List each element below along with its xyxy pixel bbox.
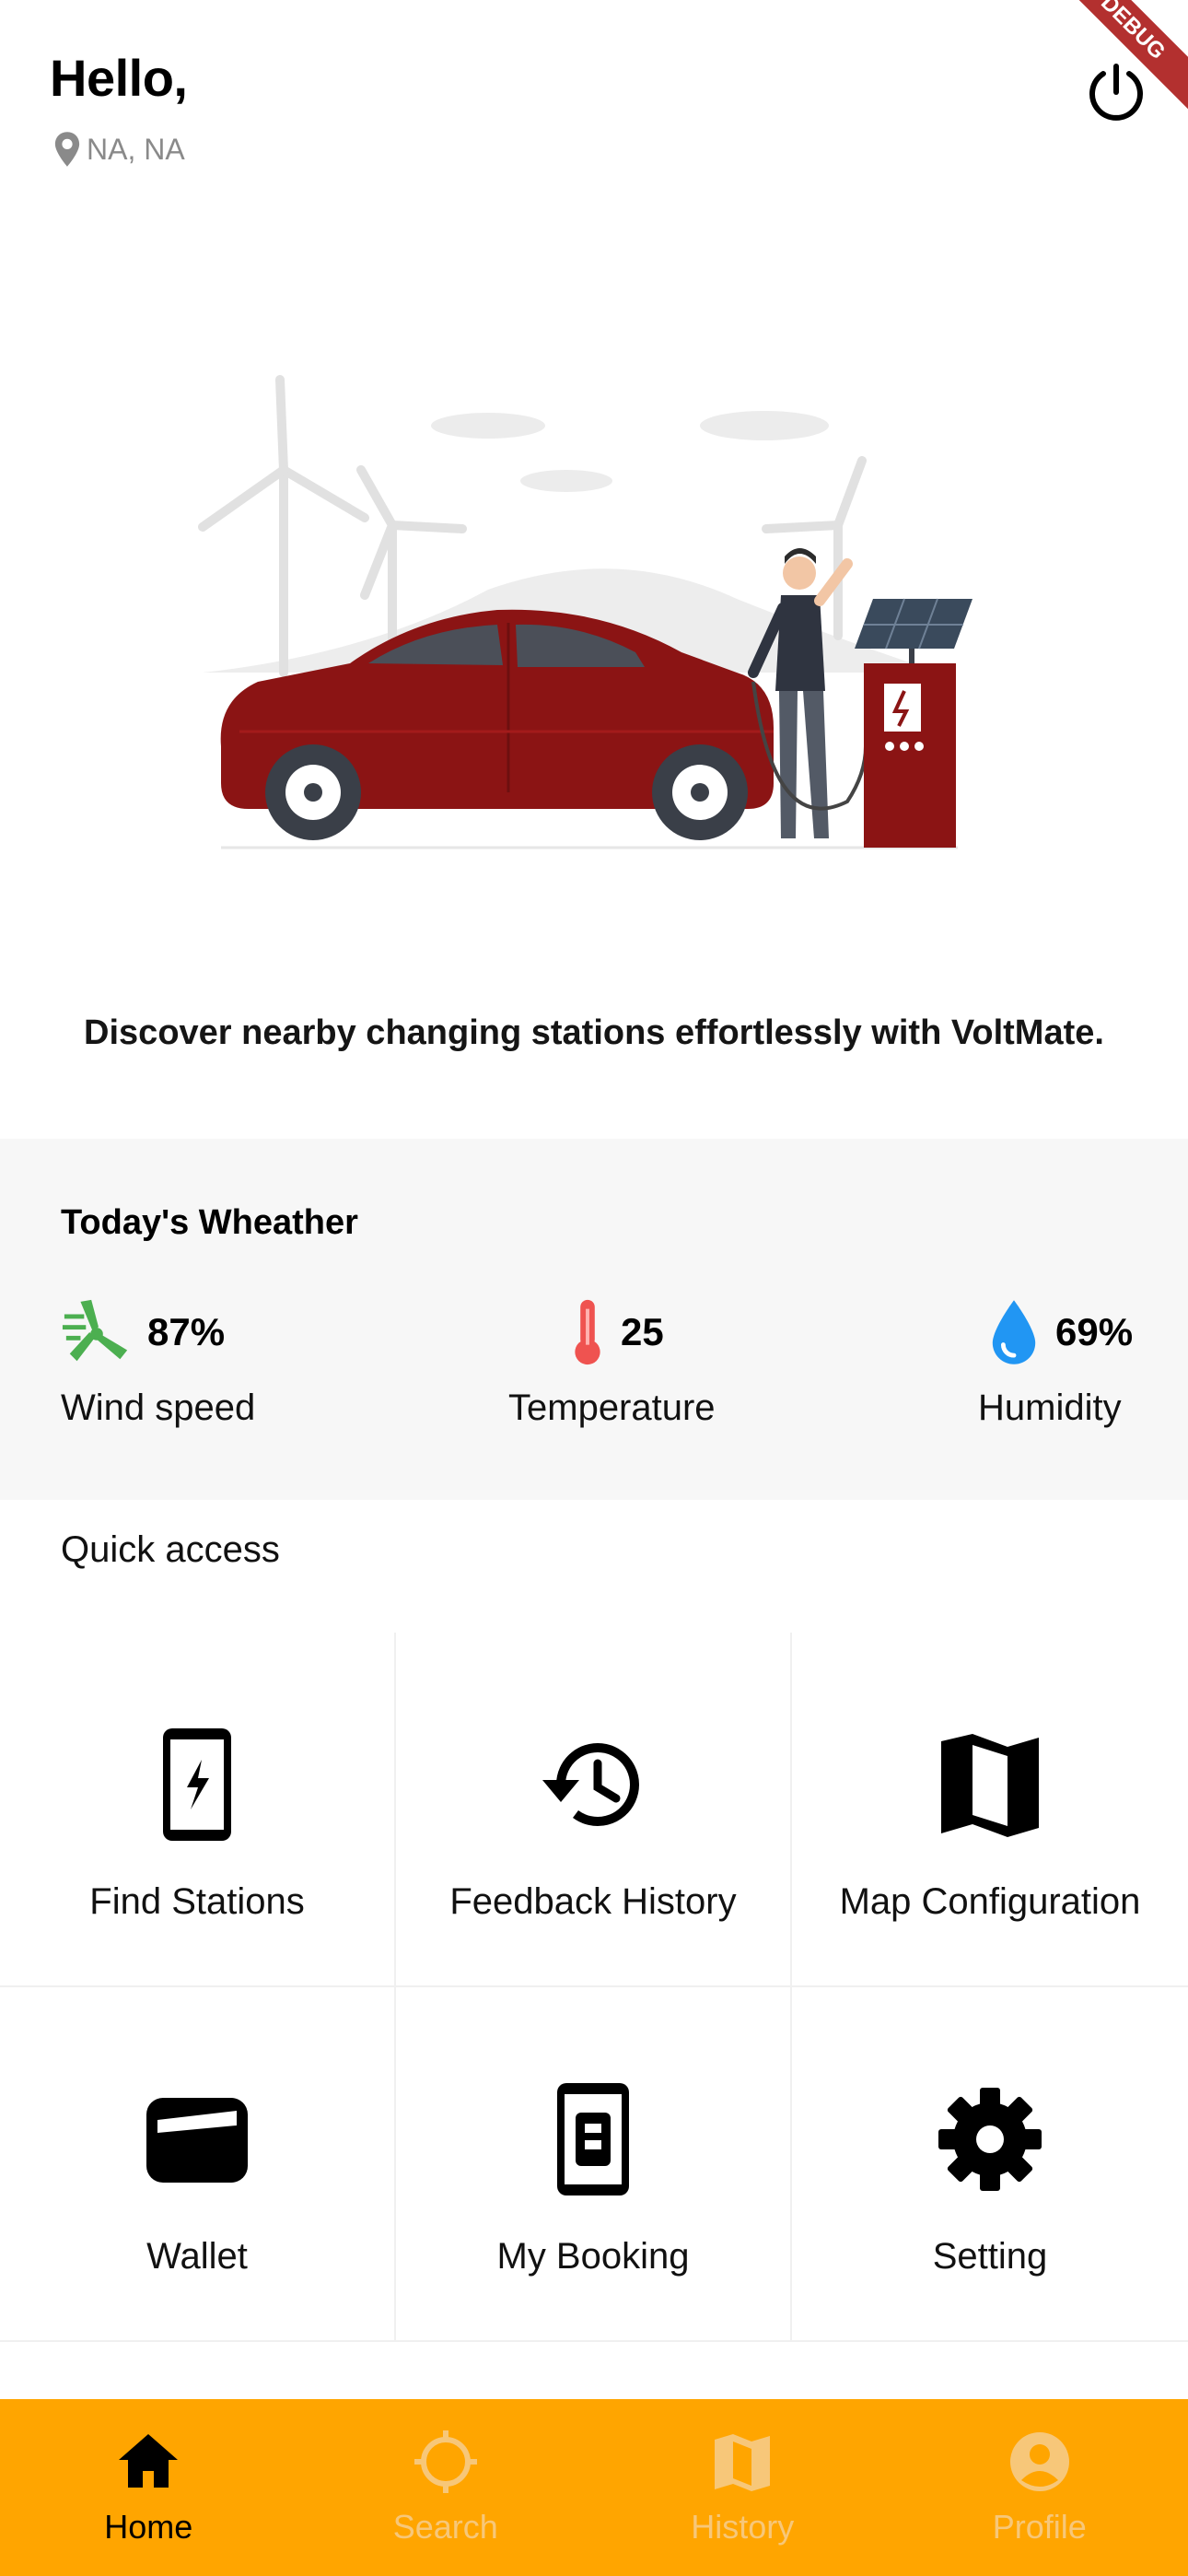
feedback-history-label: Feedback History — [449, 1881, 737, 1922]
ev-charging-illustration — [198, 375, 973, 849]
bottom-navigation: Home Search History Profile — [0, 2399, 1188, 2576]
nav-profile[interactable]: Profile — [891, 2399, 1188, 2576]
find-stations-label: Find Stations — [89, 1881, 305, 1922]
nav-history-label: History — [691, 2508, 795, 2546]
booking-phone-icon — [557, 2083, 629, 2195]
greeting-text: Hello, — [50, 49, 188, 107]
setting-tile[interactable]: Setting — [792, 1987, 1188, 2342]
map-icon — [715, 2434, 771, 2491]
my-booking-tile[interactable]: My Booking — [396, 1987, 792, 2342]
weather-temperature: 25 Temperature — [508, 1295, 716, 1480]
humidity-label: Humidity — [978, 1388, 1122, 1428]
wind-turbine-icon — [62, 1299, 128, 1362]
weather-wind: 87% Wind speed — [61, 1295, 255, 1480]
home-icon — [119, 2434, 179, 2488]
wallet-tile[interactable]: Wallet — [0, 1987, 396, 2342]
setting-label: Setting — [932, 2236, 1048, 2277]
logout-button[interactable] — [1083, 61, 1149, 127]
find-stations-tile[interactable]: Find Stations — [0, 1633, 396, 1987]
charging-phone-icon — [163, 1728, 231, 1841]
thermometer-icon — [575, 1299, 600, 1365]
location: NA, NA — [53, 129, 185, 170]
account-circle-icon — [1009, 2432, 1069, 2491]
power-icon — [1089, 64, 1143, 121]
temperature-value: 25 — [621, 1310, 664, 1353]
wind-speed-value: 87% — [147, 1310, 226, 1353]
wallet-icon — [146, 2098, 248, 2183]
wallet-label: Wallet — [146, 2236, 248, 2277]
nav-home[interactable]: Home — [0, 2399, 297, 2576]
weather-title: Today's Wheather — [61, 1203, 358, 1242]
quick-access-title: Quick access — [61, 1529, 280, 1570]
gear-icon — [938, 2088, 1042, 2191]
quick-access-grid: Find Stations Feedback History Map Confi… — [0, 1633, 1188, 2342]
crosshair-icon — [413, 2430, 477, 2493]
temperature-label: Temperature — [508, 1388, 716, 1428]
map-configuration-tile[interactable]: Map Configuration — [792, 1633, 1188, 1987]
tagline: Discover nearby changing stations effort… — [84, 1013, 1104, 1052]
weather-card: Today's Wheather 87% Wind speed 25 Tempe… — [0, 1139, 1188, 1500]
wind-speed-label: Wind speed — [61, 1388, 256, 1428]
my-booking-label: My Booking — [496, 2236, 690, 2277]
feedback-history-tile[interactable]: Feedback History — [396, 1633, 792, 1987]
location-text: NA, NA — [87, 132, 185, 166]
weather-humidity: 69% Humidity — [978, 1295, 1133, 1480]
history-icon — [542, 1743, 639, 1826]
humidity-value: 69% — [1055, 1310, 1134, 1353]
nav-history[interactable]: History — [594, 2399, 891, 2576]
nav-search[interactable]: Search — [297, 2399, 595, 2576]
nav-profile-label: Profile — [992, 2508, 1087, 2546]
water-drop-icon — [992, 1300, 1036, 1364]
nav-search-label: Search — [392, 2508, 498, 2546]
nav-home-label: Home — [104, 2508, 193, 2546]
map-icon — [941, 1734, 1039, 1837]
map-configuration-label: Map Configuration — [839, 1881, 1141, 1922]
location-pin-icon — [54, 132, 80, 167]
